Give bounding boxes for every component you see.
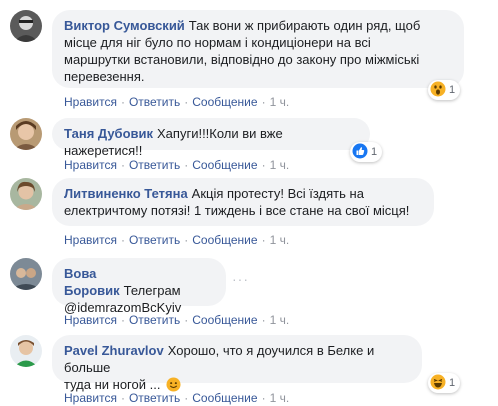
comment-text: Акція протесту! Всі їздять на bbox=[191, 186, 364, 201]
haha-emoji-icon bbox=[430, 374, 446, 393]
avatar[interactable] bbox=[10, 335, 42, 367]
comment-author[interactable]: Виктор Сумовский bbox=[64, 18, 185, 33]
like-action[interactable]: Нравится bbox=[64, 95, 117, 109]
like-action[interactable]: Нравится bbox=[64, 233, 117, 247]
reaction-count: 1 bbox=[449, 84, 456, 96]
comment-text: перевезення. bbox=[64, 69, 145, 84]
comment-actions: Нравится · Ответить · Сообщение · 1 ч. bbox=[64, 391, 290, 405]
like-icon bbox=[352, 143, 368, 162]
comment-actions: Нравится · Ответить · Сообщение · 1 ч. bbox=[64, 313, 290, 327]
avatar[interactable] bbox=[10, 258, 42, 290]
message-action[interactable]: Сообщение bbox=[192, 233, 257, 247]
reply-action[interactable]: Ответить bbox=[129, 233, 180, 247]
like-action[interactable]: Нравится bbox=[64, 313, 117, 327]
comment-time[interactable]: 1 ч. bbox=[270, 233, 290, 247]
comment-bubble: Таня Дубовик Хапуги!!!Коли ви вже нажерет… bbox=[52, 118, 370, 158]
comment-author[interactable]: Вова Боровик bbox=[64, 266, 120, 298]
comment-actions: Нравится · Ответить · Сообщение · 1 ч. bbox=[64, 95, 290, 109]
reaction-count: 1 bbox=[449, 377, 456, 389]
message-action[interactable]: Сообщение bbox=[192, 391, 257, 405]
avatar[interactable] bbox=[10, 118, 42, 150]
comment-actions: Нравится · Ответить · Сообщение · 1 ч. bbox=[64, 233, 290, 247]
more-options-icon[interactable]: ··· bbox=[232, 271, 249, 287]
comment-time[interactable]: 1 ч. bbox=[270, 313, 290, 327]
reply-action[interactable]: Ответить bbox=[129, 95, 180, 109]
comment-text: Так вони ж прибирають один ряд, щоб bbox=[188, 18, 421, 33]
reaction-count: 1 bbox=[371, 146, 378, 158]
avatar[interactable] bbox=[10, 178, 42, 210]
reaction-badge[interactable]: 1 bbox=[428, 373, 461, 393]
comment-time[interactable]: 1 ч. bbox=[270, 95, 290, 109]
comment-text: маршрутки встановили, відповідно до зако… bbox=[64, 52, 420, 67]
comment-text: електричтому потязі! 1 тиждень і все ста… bbox=[64, 203, 410, 218]
reaction-badge[interactable]: 1 bbox=[350, 142, 383, 162]
reply-action[interactable]: Ответить bbox=[129, 158, 180, 172]
reply-action[interactable]: Ответить bbox=[129, 391, 180, 405]
comment-author[interactable]: Литвиненко Тетяна bbox=[64, 186, 188, 201]
reaction-badge[interactable]: 1 bbox=[428, 80, 461, 100]
like-action[interactable]: Нравится bbox=[64, 391, 117, 405]
wow-emoji-icon bbox=[430, 81, 446, 100]
comment-author[interactable]: Таня Дубовик bbox=[64, 126, 153, 141]
comment-author[interactable]: Pavel Zhuravlov bbox=[64, 343, 164, 358]
message-action[interactable]: Сообщение bbox=[192, 313, 257, 327]
comment-actions: Нравится · Ответить · Сообщение · 1 ч. bbox=[64, 158, 290, 172]
comment-bubble: Литвиненко Тетяна Акція протесту! Всі їзд… bbox=[52, 178, 434, 226]
message-action[interactable]: Сообщение bbox=[192, 158, 257, 172]
comment-time[interactable]: 1 ч. bbox=[270, 158, 290, 172]
like-action[interactable]: Нравится bbox=[64, 158, 117, 172]
comment-bubble: Вова Боровик Телеграм @idemrazomBcKyiv bbox=[52, 258, 226, 315]
message-action[interactable]: Сообщение bbox=[192, 95, 257, 109]
comment-time[interactable]: 1 ч. bbox=[270, 391, 290, 405]
comment-bubble: Виктор Сумовский Так вони ж прибирають од… bbox=[52, 10, 464, 88]
comment-bubble: Pavel Zhuravlov Хорошо, что я доучился в … bbox=[52, 335, 422, 392]
comment-text: Телеграм bbox=[123, 283, 181, 298]
comment-text: місце для ніг було по нормам і кондиціон… bbox=[64, 35, 371, 50]
comment-text: туда ни ногой ... bbox=[64, 377, 161, 392]
reply-action[interactable]: Ответить bbox=[129, 313, 180, 327]
avatar[interactable] bbox=[10, 10, 42, 42]
